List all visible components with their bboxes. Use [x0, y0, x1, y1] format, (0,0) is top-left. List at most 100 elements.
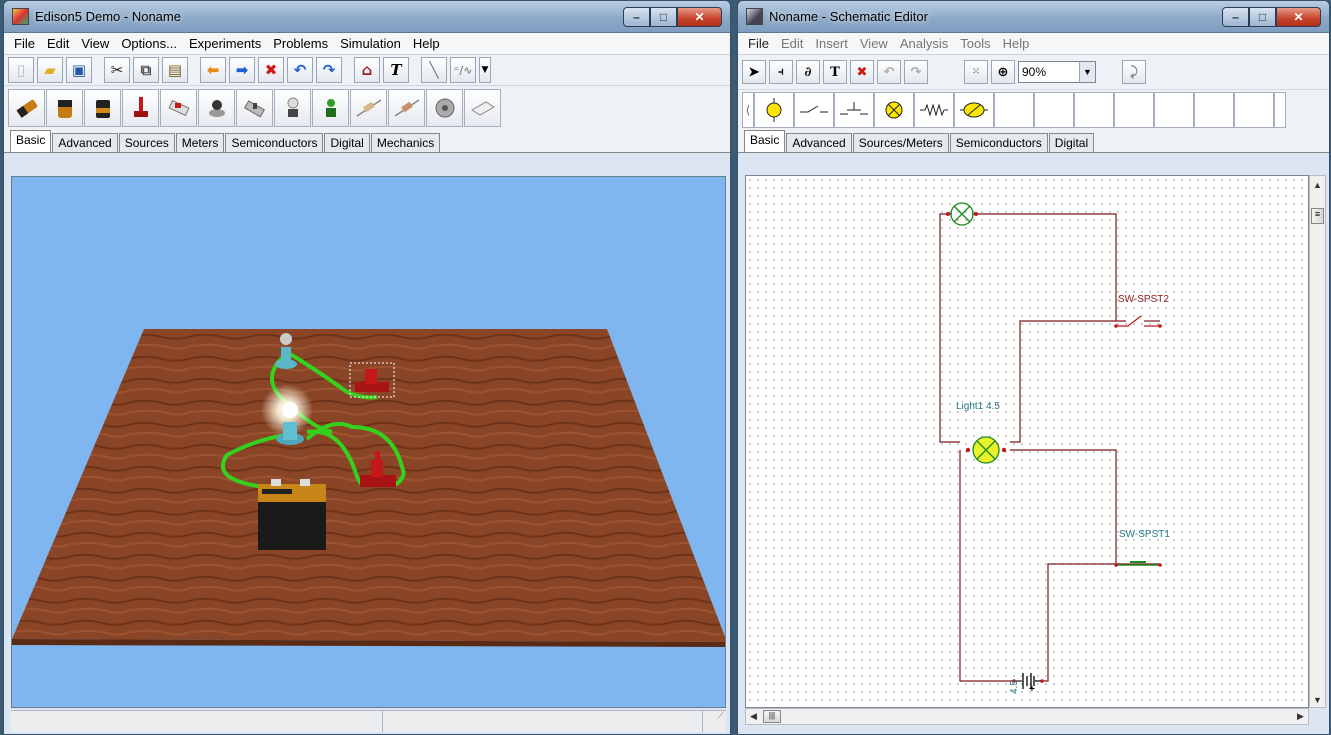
tab-advanced[interactable]: Advanced — [52, 133, 118, 152]
tab-advanced[interactable]: Advanced — [786, 133, 852, 152]
battery-9v[interactable] — [258, 479, 326, 550]
minimize-button[interactable]: – — [1222, 6, 1249, 27]
lamp-light1-symbol[interactable] — [965, 436, 1007, 464]
maximize-button[interactable]: □ — [650, 6, 677, 27]
sym-switch-open-icon[interactable] — [794, 91, 834, 128]
delete-icon[interactable]: ✖ — [258, 57, 284, 83]
home-icon[interactable]: ⌂ — [354, 57, 380, 83]
tab-sources[interactable]: Sources — [118, 133, 175, 152]
sym-light-bulb-icon[interactable] — [754, 91, 794, 128]
scroll-thumb[interactable]: ||| — [763, 710, 781, 723]
pencil-icon[interactable]: ∂ — [796, 60, 820, 84]
schematic-canvas[interactable]: SW-SPST2 Light1 4.5 SW-SPST1 + 4.5 — [745, 175, 1309, 708]
menu-file[interactable]: File — [742, 36, 775, 51]
redo-icon[interactable]: ↷ — [316, 57, 342, 83]
palette-scroll-bar[interactable] — [1274, 91, 1286, 128]
scroll-right-icon[interactable]: ▶ — [1293, 711, 1308, 722]
horizontal-scrollbar[interactable]: ◀ ||| ▶ — [745, 708, 1309, 725]
cut-icon[interactable]: ✂ — [104, 57, 130, 83]
grid-icon[interactable]: ⁙ — [964, 60, 988, 84]
new-icon[interactable]: ▯ — [8, 57, 34, 83]
battery-d-icon[interactable] — [46, 88, 83, 127]
resistor-2-icon[interactable] — [388, 88, 425, 127]
menu-analysis[interactable]: Analysis — [894, 36, 954, 51]
copy-icon[interactable]: ⧉ — [133, 57, 159, 83]
menu-help[interactable]: Help — [407, 36, 446, 51]
tab-meters[interactable]: Meters — [175, 133, 225, 152]
save-icon[interactable]: ▣ — [66, 57, 92, 83]
resistor-icon[interactable] — [350, 88, 387, 127]
breadboard-icon[interactable] — [464, 88, 501, 127]
forward-arrow-icon[interactable]: ➡ — [229, 57, 255, 83]
menu-edit[interactable]: Edit — [775, 36, 809, 51]
tab-basic[interactable]: Basic — [10, 130, 52, 152]
scroll-left-icon[interactable]: ⟨ — [742, 91, 754, 128]
undo-icon[interactable]: ↶ — [877, 60, 901, 84]
redo-icon[interactable]: ↷ — [904, 60, 928, 84]
undo-icon[interactable]: ↶ — [287, 57, 313, 83]
led-icon[interactable] — [312, 88, 349, 127]
scroll-up-icon[interactable]: ▲ — [1310, 180, 1325, 190]
palette-slot-empty[interactable] — [1194, 91, 1234, 128]
menu-help[interactable]: Help — [997, 36, 1036, 51]
palette-slot-empty[interactable] — [1114, 91, 1154, 128]
switch-slide-icon[interactable] — [236, 88, 273, 127]
menu-simulation[interactable]: Simulation — [334, 36, 407, 51]
resize-grip-icon[interactable]: ⟋ — [703, 711, 726, 732]
tab-semiconductors[interactable]: Semiconductors — [949, 133, 1048, 152]
menu-view[interactable]: View — [75, 36, 115, 51]
switch-toggle-icon[interactable] — [160, 88, 197, 127]
palette-slot-empty[interactable] — [1034, 91, 1074, 128]
menu-edit[interactable]: Edit — [41, 36, 75, 51]
palette-slot-empty[interactable] — [1234, 91, 1274, 128]
text-icon[interactable]: T — [383, 57, 409, 83]
close-button[interactable]: ✕ — [677, 6, 722, 27]
switch-spst1-symbol[interactable] — [1114, 561, 1162, 567]
scroll-left-icon[interactable]: ◀ — [746, 711, 761, 722]
switch-lever-icon[interactable] — [122, 88, 159, 127]
zoom-select[interactable]: 90% ▼ — [1018, 61, 1096, 83]
menu-tools[interactable]: Tools — [954, 36, 996, 51]
pointer-icon[interactable]: ➤ — [742, 60, 766, 84]
menu-options[interactable]: Options... — [115, 36, 183, 51]
chevron-down-icon[interactable]: ▼ — [1079, 62, 1095, 82]
lamp-top-symbol[interactable] — [946, 202, 978, 226]
tab-digital[interactable]: Digital — [324, 133, 370, 152]
tab-mechanics[interactable]: Mechanics — [370, 133, 441, 152]
chevron-down-icon[interactable]: ▼ — [479, 57, 491, 83]
sym-lamp-icon[interactable] — [874, 91, 914, 128]
tab-sources-meters[interactable]: Sources/Meters — [852, 133, 949, 152]
title-bar[interactable]: Edison5 Demo - Noname – □ ✕ — [4, 1, 730, 33]
palette-slot-empty[interactable] — [994, 91, 1034, 128]
palette-slot-empty[interactable] — [1074, 91, 1114, 128]
wire-tool-icon[interactable]: ⫞ — [769, 60, 793, 84]
sym-motor-icon[interactable] — [954, 91, 994, 128]
battery-aa-icon[interactable] — [8, 88, 45, 127]
maximize-button[interactable]: □ — [1249, 6, 1276, 27]
back-arrow-icon[interactable]: ⬅ — [200, 57, 226, 83]
zoom-icon[interactable]: ⊕ — [991, 60, 1015, 84]
menu-view[interactable]: View — [854, 36, 894, 51]
motor-icon[interactable] — [426, 88, 463, 127]
minimize-button[interactable]: – — [623, 6, 650, 27]
scroll-thumb[interactable]: ≡ — [1311, 208, 1324, 224]
battery-9v-icon[interactable] — [84, 88, 121, 127]
title-bar[interactable]: Noname - Schematic Editor – □ ✕ — [738, 1, 1329, 33]
close-button[interactable]: ✕ — [1276, 6, 1321, 27]
tab-basic[interactable]: Basic — [744, 130, 786, 152]
open-icon[interactable]: ▰ — [37, 57, 63, 83]
vertical-scrollbar[interactable]: ▲ ≡ ▼ — [1309, 175, 1326, 708]
probe-icon[interactable]: ⤸ — [1122, 60, 1146, 84]
tab-digital[interactable]: Digital — [1048, 133, 1095, 152]
tab-semiconductors[interactable]: Semiconductors — [225, 133, 324, 152]
switch-spst2-symbol[interactable] — [1114, 315, 1162, 328]
sym-resistor-icon[interactable] — [914, 91, 954, 128]
sym-pushbutton-icon[interactable] — [834, 91, 874, 128]
3d-workbench-viewport[interactable] — [11, 176, 726, 708]
text-icon[interactable]: T — [823, 60, 847, 84]
delete-icon[interactable]: ✖ — [850, 60, 874, 84]
palette-slot-empty[interactable] — [1154, 91, 1194, 128]
probe-icon[interactable]: ╲ — [421, 57, 447, 83]
paste-icon[interactable]: ▤ — [162, 57, 188, 83]
menu-insert[interactable]: Insert — [809, 36, 854, 51]
